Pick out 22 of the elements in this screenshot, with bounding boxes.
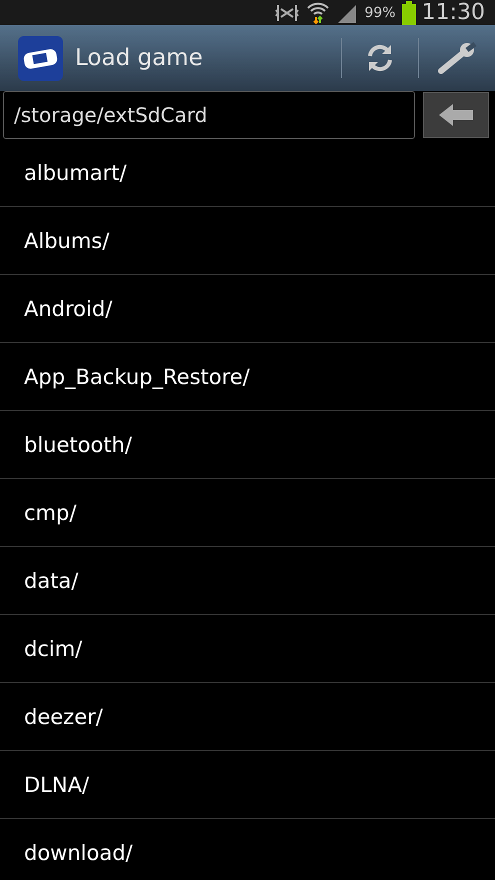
battery-icon [402,0,416,24]
folder-item[interactable]: albumart/ [0,139,495,207]
folder-item[interactable]: App_Backup_Restore/ [0,343,495,411]
wifi-icon [306,0,330,24]
folder-item[interactable]: DLNA/ [0,751,495,819]
clock: 11:30 [422,0,485,25]
back-button[interactable] [423,92,489,138]
screen-title: Load game [75,45,204,71]
folder-item[interactable]: cmp/ [0,479,495,547]
folder-item[interactable]: bluetooth/ [0,411,495,479]
folder-item[interactable]: Android/ [0,275,495,343]
left-arrow-icon [437,103,475,127]
gamepad-icon [18,36,63,80]
battery-percent: 99% [364,4,396,20]
wrench-icon [437,41,477,75]
folder-item[interactable]: deezer/ [0,683,495,751]
path-field[interactable]: /storage/extSdCard [3,91,415,139]
folder-item[interactable]: download/ [0,819,495,880]
signal-icon [336,2,358,22]
folder-item[interactable]: data/ [0,547,495,615]
folder-item[interactable]: Albums/ [0,207,495,275]
folder-item[interactable]: dcim/ [0,615,495,683]
